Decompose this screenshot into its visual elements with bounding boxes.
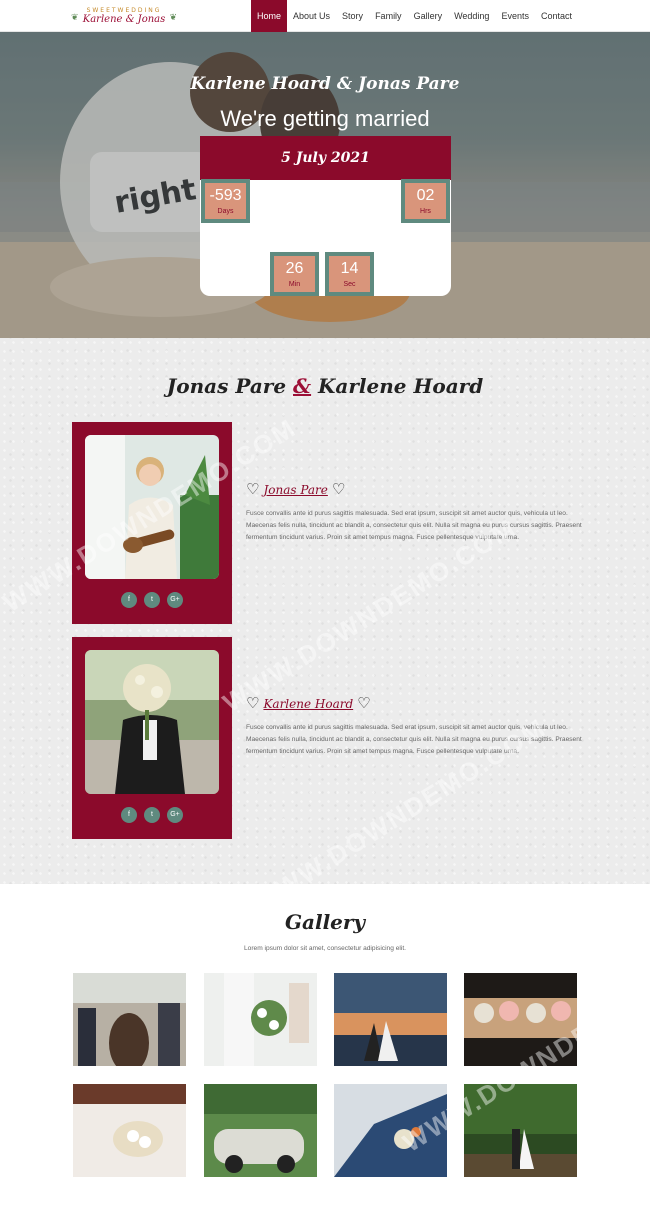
bride-bio: Fusce convallis ante id purus sagittis m… xyxy=(246,724,582,755)
facebook-icon[interactable]: f xyxy=(121,807,137,823)
countdown-days-label: Days xyxy=(217,208,234,215)
title-groom-name: Jonas Pare xyxy=(166,374,287,398)
gallery-image-8[interactable] xyxy=(464,1084,577,1177)
bride-photo xyxy=(85,650,219,794)
countdown-card: 5 July 2021 -593 Days 02 Hrs 26 Min 14 S… xyxy=(200,136,451,296)
top-navbar: ❦ SWEETWEDDING Karlene & Jonas ❦ Home Ab… xyxy=(0,0,650,32)
hero-section: right Karlene Hoard & Jonas Pare We're g… xyxy=(0,32,650,338)
groom-name[interactable]: Jonas Pare xyxy=(263,483,327,497)
gallery-image-6[interactable] xyxy=(204,1084,317,1177)
gallery-image-4[interactable] xyxy=(464,973,577,1066)
nav-events[interactable]: Events xyxy=(495,0,535,32)
couple-section-title: Jonas Pare & Karlene Hoard xyxy=(0,374,650,398)
leaf-right-icon: ❦ xyxy=(169,13,177,23)
twitter-icon[interactable]: t xyxy=(144,807,160,823)
heart-right-icon: ♡ xyxy=(331,480,346,498)
couple-section: Jonas Pare & Karlene Hoard f t G+ ♡Jona xyxy=(0,338,650,884)
nav-story[interactable]: Story xyxy=(336,0,369,32)
google-plus-icon[interactable]: G+ xyxy=(167,807,183,823)
bride-card: f t G+ xyxy=(72,637,232,839)
nav-about-us[interactable]: About Us xyxy=(287,0,336,32)
countdown-hours-label: Hrs xyxy=(420,208,431,215)
leaf-left-icon: ❦ xyxy=(71,13,79,23)
groom-bio: Fusce convallis ante id purus sagittis m… xyxy=(246,510,582,541)
nav-family[interactable]: Family xyxy=(369,0,408,32)
facebook-icon[interactable]: f xyxy=(121,592,137,608)
countdown-minutes-label: Min xyxy=(288,281,301,288)
gallery-image-3[interactable] xyxy=(334,973,447,1066)
nav-contact[interactable]: Contact xyxy=(535,0,578,32)
twitter-icon[interactable]: t xyxy=(144,592,160,608)
nav-menu: Home About Us Story Family Gallery Weddi… xyxy=(251,0,578,32)
nav-gallery[interactable]: Gallery xyxy=(408,0,449,32)
wedding-date: 5 July 2021 xyxy=(200,136,451,180)
gallery-image-2[interactable] xyxy=(204,973,317,1066)
logo-name-text: Karlene & Jonas xyxy=(82,14,166,25)
heart-left-icon: ♡ xyxy=(246,694,260,712)
gallery-subtitle: Lorem ipsum dolor sit amet, consectetur … xyxy=(244,945,406,952)
countdown-days-value: -593 xyxy=(209,187,242,204)
gallery-title: Gallery xyxy=(284,910,366,934)
countdown-hours-value: 02 xyxy=(416,187,435,204)
countdown-days: -593 Days xyxy=(201,179,250,223)
groom-social-links: f t G+ xyxy=(72,592,232,608)
groom-name-heading: ♡ Jonas Pare ♡ xyxy=(246,480,345,498)
site-logo[interactable]: ❦ SWEETWEDDING Karlene & Jonas ❦ xyxy=(71,7,177,27)
countdown-seconds-value: 14 xyxy=(340,260,359,277)
logo-top-text: SWEETWEDDING xyxy=(86,7,162,14)
nav-wedding[interactable]: Wedding xyxy=(448,0,495,32)
google-plus-icon[interactable]: G+ xyxy=(167,592,183,608)
gallery-image-7[interactable] xyxy=(334,1084,447,1177)
heart-right-icon: ♡ xyxy=(357,694,371,712)
countdown-minutes: 26 Min xyxy=(270,252,319,296)
bride-name[interactable]: Karlene Hoard xyxy=(263,697,353,711)
bride-name-heading: ♡ Karlene Hoard ♡ xyxy=(246,694,371,712)
countdown-seconds-label: Sec xyxy=(343,281,356,288)
hero-subtitle: We're getting married xyxy=(220,106,430,131)
gallery-section: Gallery Lorem ipsum dolor sit amet, cons… xyxy=(0,884,650,1212)
title-ampersand: & xyxy=(293,374,312,398)
heart-left-icon: ♡ xyxy=(246,480,260,498)
nav-home[interactable]: Home xyxy=(251,0,288,32)
gallery-image-5[interactable] xyxy=(73,1084,186,1177)
bride-social-links: f t G+ xyxy=(72,807,232,823)
groom-photo xyxy=(85,435,219,579)
countdown-hours: 02 Hrs xyxy=(401,179,450,223)
gallery-image-1[interactable] xyxy=(73,973,186,1066)
countdown-seconds: 14 Sec xyxy=(325,252,374,296)
hero-couple-names: Karlene Hoard & Jonas Pare xyxy=(190,74,460,94)
groom-card: f t G+ xyxy=(72,422,232,624)
title-bride-name: Karlene Hoard xyxy=(318,374,484,398)
countdown-minutes-value: 26 xyxy=(285,260,304,277)
